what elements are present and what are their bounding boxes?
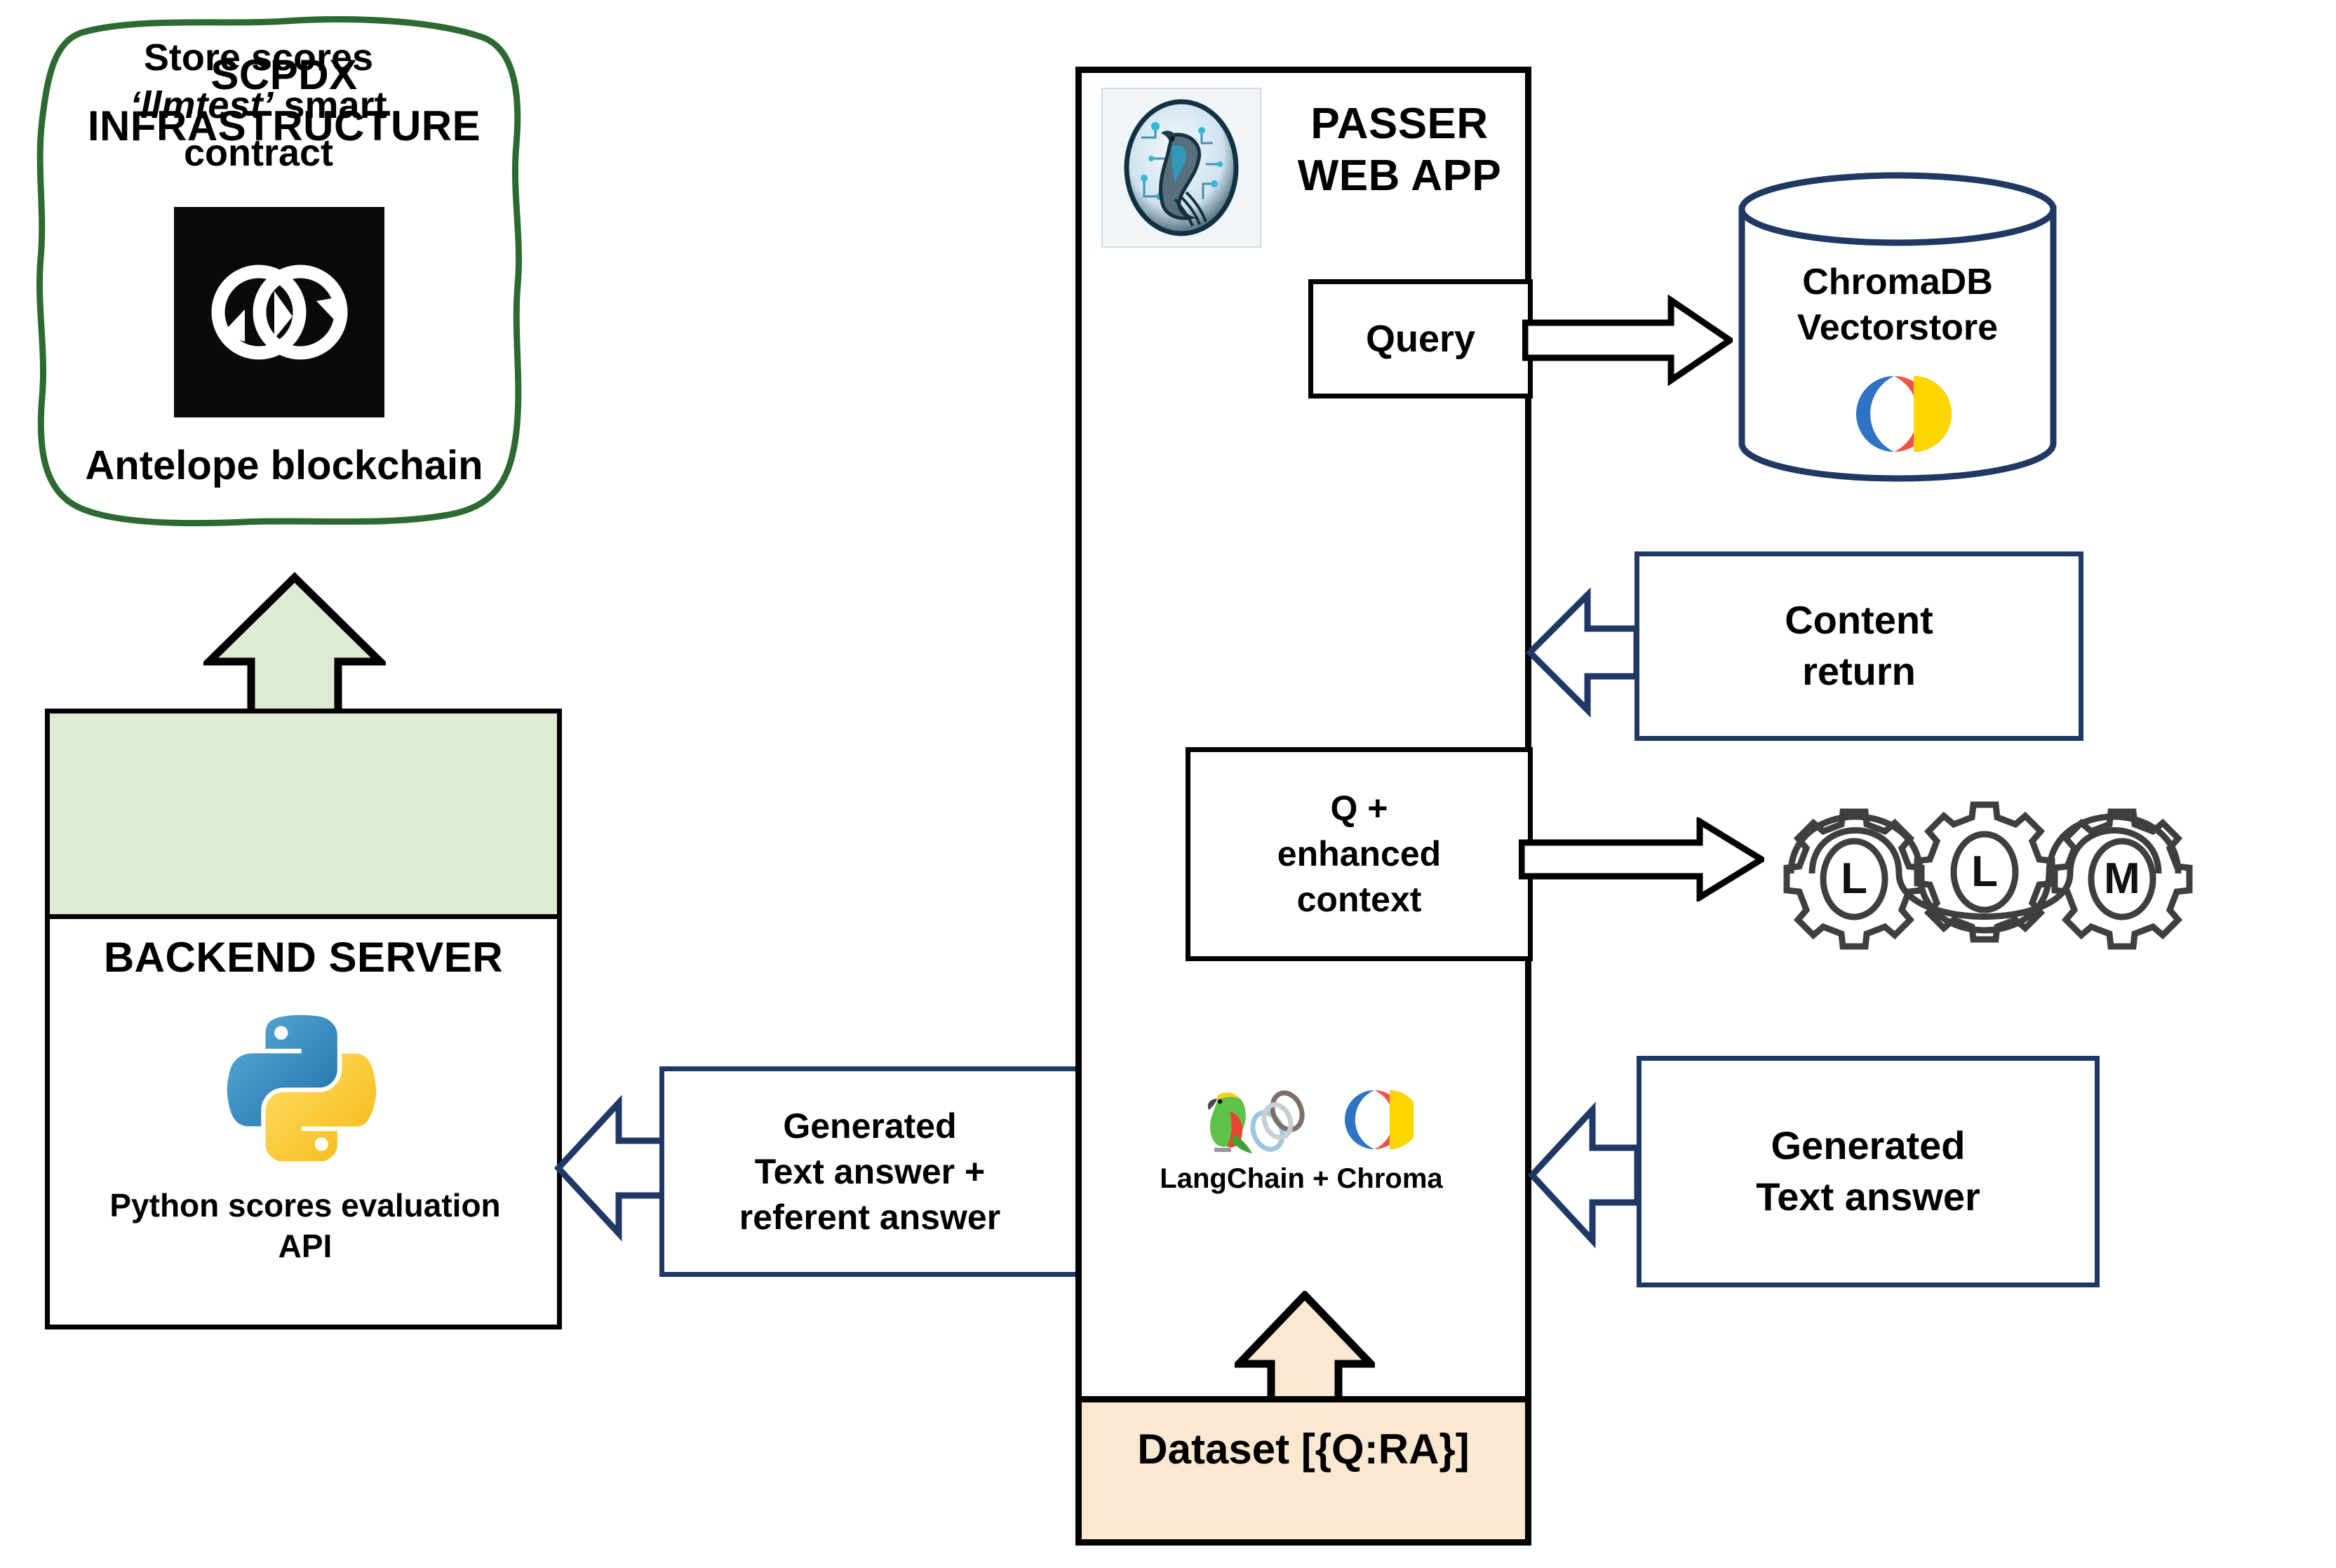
chroma-logo-icon: [1345, 1090, 1414, 1149]
backend-server-title: BACKEND SERVER: [103, 934, 504, 981]
dataset-label: Dataset [{Q:RA}]: [1137, 1425, 1470, 1473]
antelope-blockchain-caption: Antelope blockchain: [85, 443, 483, 488]
generated-referent-answer-text: Generated Text answer + referent answer: [659, 1066, 1080, 1277]
qec-line3: context: [1296, 880, 1422, 919]
generated-answer-line1: Generated: [1771, 1123, 1966, 1168]
chromadb-label-line1: ChromaDB: [1802, 262, 1993, 302]
store-scores-up-arrow-icon: [199, 572, 390, 723]
qec-line2: enhanced: [1277, 834, 1442, 873]
query-right-arrow-icon: [1522, 294, 1736, 387]
svg-text:L: L: [1971, 847, 1998, 896]
chroma-logo-icon: [1824, 372, 1964, 456]
content-return-text: Content return: [1634, 551, 2083, 741]
q-enhanced-context-right-arrow-icon: [1518, 815, 1768, 904]
store-scores-line3: contract: [183, 132, 334, 175]
store-scores-line2: ‘llmtest’ smart: [130, 81, 387, 129]
generated-answer-left-arrow-icon: [1527, 1094, 1641, 1256]
diagram-canvas: SCPDX INFRASTRUCTURE Antelope blockchain…: [0, 0, 2336, 1568]
passer-bird-circuit-logo-icon: [1101, 88, 1261, 248]
python-logo-icon: [226, 1010, 377, 1166]
backend-caption-line2: API: [278, 1227, 333, 1264]
smart-contract-name: ‘llmtest’: [130, 83, 274, 126]
langchain-parrot-chain-icon: [1207, 1090, 1305, 1153]
passer-title-line2: WEB APP: [1297, 152, 1502, 201]
svg-text:M: M: [2104, 855, 2140, 903]
content-return-line1: Content: [1785, 598, 1933, 643]
generated-answer-text: Generated Text answer: [1637, 1056, 2100, 1287]
store-scores-line1: Store scores: [143, 36, 374, 79]
q-enhanced-context-text: Q + enhanced context: [1186, 747, 1533, 961]
left-return-line1: Generated: [783, 1106, 957, 1146]
content-return-line2: return: [1802, 649, 1916, 693]
chromadb-label-line2: Vectorstore: [1797, 307, 1999, 348]
passer-web-app-title: PASSER WEB APP: [1284, 98, 1515, 203]
langchain-chroma-icons: [1136, 1080, 1466, 1159]
store-scores-text: Store scores ‘llmtest’ smart contract: [0, 0, 517, 210]
generated-answer-line2: Text answer: [1756, 1174, 1980, 1219]
antelope-blockchain-logo-icon: [174, 207, 384, 417]
llm-gears-icon: L L M: [1771, 761, 2220, 965]
chromadb-label: ChromaDB Vectorstore: [1740, 260, 2055, 351]
backend-caption-line1: Python scores evaluation: [109, 1187, 501, 1224]
dataset-up-arrow-icon: [1230, 1289, 1380, 1414]
left-return-line3: referent answer: [739, 1197, 1001, 1237]
qec-line1: Q +: [1330, 789, 1388, 828]
passer-title-line1: PASSER: [1310, 100, 1489, 148]
left-return-line2: Text answer +: [754, 1151, 986, 1191]
langchain-chroma-caption: LangChain + Chroma: [1160, 1163, 1443, 1194]
svg-text:L: L: [1841, 855, 1867, 903]
store-scores-line2-suffix: smart: [273, 83, 387, 126]
store-scores-box: [45, 709, 562, 919]
generated-referent-left-arrow-icon: [553, 1087, 667, 1249]
backend-server-caption: Python scores evaluation API: [63, 1186, 547, 1266]
langchain-chroma-group: LangChain + Chroma: [1136, 1080, 1466, 1221]
content-return-left-arrow-icon: [1525, 582, 1640, 723]
query-label: Query: [1365, 318, 1476, 360]
